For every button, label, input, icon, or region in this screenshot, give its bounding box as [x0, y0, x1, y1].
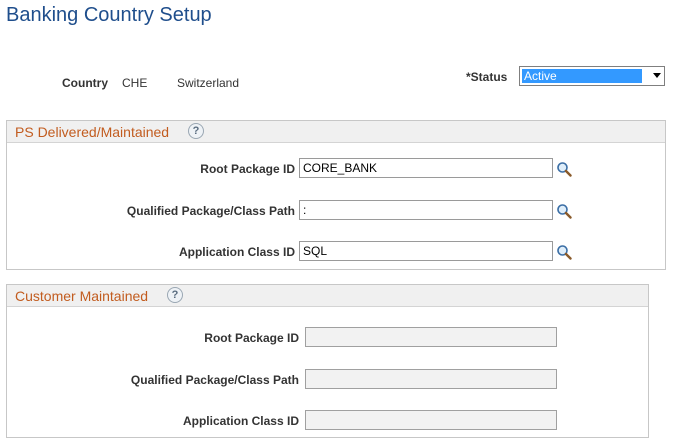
magnifier-icon[interactable]	[556, 203, 572, 219]
customer-class-path-label: Qualified Package/Class Path	[130, 373, 299, 387]
ps-delivered-group: PS Delivered/Maintained ? Root Package I…	[6, 120, 666, 270]
customer-root-package-label: Root Package ID	[204, 331, 299, 345]
status-selected-value: Active	[522, 69, 642, 83]
ps-delivered-title: PS Delivered/Maintained	[15, 124, 170, 140]
ps-root-package-input[interactable]: CORE_BANK	[299, 158, 553, 178]
ps-app-class-input[interactable]: SQL	[299, 241, 553, 261]
ps-class-path-input[interactable]: :	[299, 200, 553, 220]
country-label: Country	[62, 76, 108, 90]
help-icon[interactable]: ?	[188, 123, 204, 139]
customer-app-class-input	[305, 410, 557, 430]
customer-maintained-title: Customer Maintained	[15, 288, 149, 304]
customer-maintained-group: Customer Maintained ? Root Package ID Qu…	[6, 284, 649, 438]
customer-class-path-input	[305, 369, 557, 389]
customer-maintained-header: Customer Maintained ?	[7, 285, 648, 307]
page-title: Banking Country Setup	[6, 4, 212, 26]
ps-class-path-label: Qualified Package/Class Path	[126, 204, 295, 218]
ps-delivered-header: PS Delivered/Maintained ?	[7, 121, 665, 143]
ps-app-class-label: Application Class ID	[178, 245, 295, 259]
magnifier-icon[interactable]	[556, 244, 572, 260]
chevron-down-icon[interactable]	[653, 73, 661, 78]
country-code: CHE	[122, 76, 148, 90]
magnifier-icon[interactable]	[556, 161, 572, 177]
status-select[interactable]: Active	[519, 66, 665, 86]
help-icon[interactable]: ?	[167, 287, 183, 303]
country-name: Switzerland	[177, 76, 240, 90]
status-label: *Status	[466, 70, 508, 84]
customer-app-class-label: Application Class ID	[182, 414, 299, 428]
ps-root-package-label: Root Package ID	[200, 162, 295, 176]
customer-root-package-input	[305, 327, 557, 347]
